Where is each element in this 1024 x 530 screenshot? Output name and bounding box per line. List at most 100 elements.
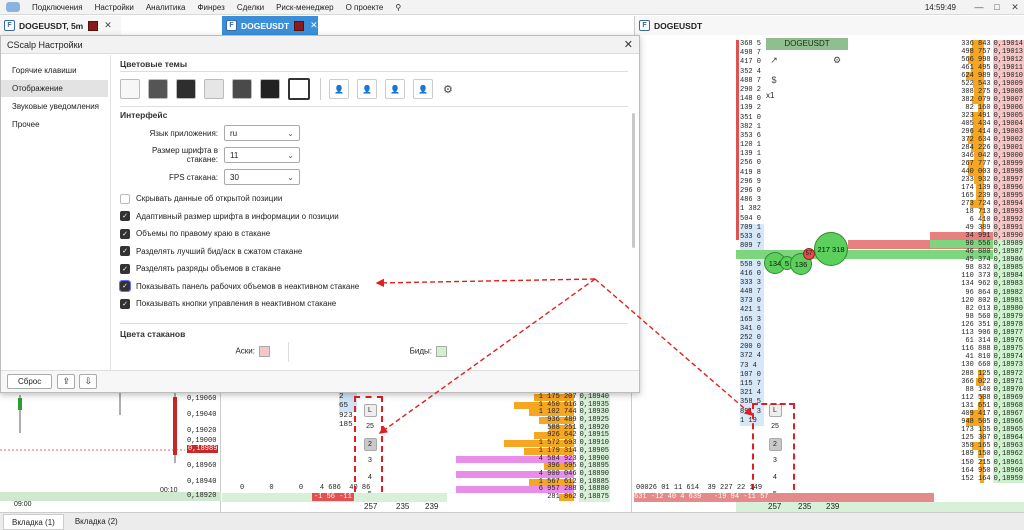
close-icon[interactable]: ✕ (1006, 2, 1024, 13)
theme-swatch[interactable] (120, 79, 140, 99)
checkbox-box[interactable]: ✓ (120, 228, 130, 239)
bid-row[interactable]: 113 906 0,18977 (930, 329, 1024, 338)
bid-row[interactable]: 116 888 0,18975 (930, 345, 1024, 354)
maximize-icon[interactable]: □ (988, 2, 1006, 12)
theme-swatch[interactable] (260, 79, 280, 99)
checkbox-box[interactable]: ✓ (120, 211, 130, 222)
ask-row[interactable]: 49 389 0,18991 (930, 224, 1024, 232)
bids-color-control[interactable]: Биды: (289, 346, 447, 357)
minimize-icon[interactable]: — (970, 2, 988, 12)
ask-row[interactable]: 6 410 0,18992 (930, 216, 1024, 224)
ask-row[interactable]: 323 491 0,19005 (930, 112, 1024, 120)
user-theme-icon[interactable]: 👤 (413, 79, 433, 99)
bid-row[interactable]: 98 832 0,18985 (930, 264, 1024, 273)
checkbox-box[interactable]: ✓ (120, 263, 130, 274)
nav-hotkeys[interactable]: Горячие клавиши (1, 62, 108, 79)
bid-row[interactable]: 88 140 0,18970 (930, 385, 1024, 394)
tab-chart[interactable]: F DOGEUSDT, 5m ✕ (0, 16, 121, 35)
tab-book-right[interactable]: F DOGEUSDT (634, 16, 1024, 35)
theme-swatch[interactable] (176, 79, 196, 99)
theme-swatch[interactable] (204, 79, 224, 99)
ask-row[interactable]: 273 724 0,18994 (930, 200, 1024, 208)
menu-finrez[interactable]: Финрез (191, 3, 230, 12)
ask-row[interactable]: 233 932 0,18997 (930, 176, 1024, 184)
ask-row[interactable]: 346 042 0,19000 (930, 152, 1024, 160)
bid-row[interactable]: 82 013 0,18980 (930, 304, 1024, 313)
ask-row[interactable]: 296 414 0,19003 (930, 128, 1024, 136)
bid-row[interactable]: 152 164 0,18959 (930, 474, 1024, 483)
ask-row[interactable]: 82 160 0,19006 (930, 104, 1024, 112)
ask-color-swatch[interactable] (259, 346, 270, 357)
gear-icon[interactable]: ⚙ (443, 83, 453, 96)
theme-swatch[interactable] (232, 79, 252, 99)
checkbox-show-volume-panel[interactable]: ✓ Показывать панель рабочих объемов в неа… (119, 278, 636, 296)
ask-row[interactable]: 522 543 0,19009 (930, 80, 1024, 88)
ask-row[interactable]: 440 003 0,18998 (930, 168, 1024, 176)
bid-row[interactable]: 90 556 0,18989 (930, 240, 1024, 249)
scrollbar[interactable] (632, 113, 635, 248)
user-theme-icon[interactable]: 👤 (385, 79, 405, 99)
bid-row[interactable]: 189 150 0,18962 (930, 450, 1024, 459)
language-select[interactable]: ru ⌄ (224, 125, 300, 141)
nav-sounds[interactable]: Звуковые уведомления (1, 98, 108, 115)
checkbox-box[interactable]: ✓ (120, 246, 130, 257)
ask-row[interactable]: 308 275 0,19008 (930, 88, 1024, 96)
bid-row[interactable]: 366 022 0,18971 (930, 377, 1024, 386)
ask-row[interactable]: 461 495 0,19011 (930, 64, 1024, 72)
checkbox-split-digits[interactable]: ✓ Разделять разряды объемов в стакане (120, 260, 636, 278)
ask-row[interactable]: 566 998 0,19012 (930, 56, 1024, 64)
ask-row[interactable]: 267 777 0,18999 (930, 160, 1024, 168)
menu-connections[interactable]: Подключения (26, 3, 89, 12)
tab-workspace-1[interactable]: Вкладка (1) (3, 513, 64, 530)
menu-about[interactable]: О проекте (340, 3, 390, 12)
nav-display[interactable]: Отображение (1, 80, 108, 97)
bid-row[interactable]: 131 651 0,18968 (930, 401, 1024, 410)
download-icon[interactable]: ⇩ (79, 374, 98, 389)
user-theme-icon[interactable]: 👤 (357, 79, 377, 99)
gear-icon[interactable]: ⚙ (830, 53, 844, 67)
bid-row[interactable]: 41 810 0,18974 (930, 353, 1024, 362)
checkbox-split-best[interactable]: ✓ Разделять лучший бид/аск в сжатом стака… (120, 243, 636, 261)
bid-row[interactable]: 61 314 0,18976 (930, 337, 1024, 346)
ask-row[interactable]: 34 991 0,18990 (930, 232, 1024, 240)
tab-book-mid[interactable]: F DOGEUSDT ✕ (222, 16, 318, 35)
checkbox-show-control-buttons[interactable]: ✓ Показывать кнопки управления в неактивн… (120, 295, 636, 313)
bid-row[interactable]: 948 505 0,18966 (930, 418, 1024, 427)
bid-row[interactable]: 126 351 0,18978 (930, 320, 1024, 330)
bid-row[interactable]: 98 560 0,18979 (930, 312, 1024, 321)
bid-row[interactable]: 409 417 0,18967 (930, 409, 1024, 419)
checkbox-hide-position[interactable]: Скрывать данные об открытой позиции (120, 190, 636, 208)
ask-row[interactable]: 18 713 0,18993 (930, 208, 1024, 216)
chart-icon[interactable]: ↗ (767, 53, 781, 67)
theme-swatch[interactable] (148, 79, 168, 99)
ask-row[interactable]: 382 079 0,19007 (930, 96, 1024, 104)
nav-other[interactable]: Прочее (1, 116, 108, 133)
ask-row[interactable]: 624 989 0,19010 (930, 72, 1024, 80)
menu-trades[interactable]: Сделки (231, 3, 270, 12)
reset-button[interactable]: Сброс (7, 374, 53, 389)
ask-row[interactable]: 284 226 0,19001 (930, 144, 1024, 152)
bid-row[interactable]: 288 125 0,18972 (930, 369, 1024, 378)
bid-row[interactable]: 46 880 0,18987 (930, 248, 1024, 257)
ask-row[interactable]: 498 757 0,19013 (930, 48, 1024, 56)
menu-risk-manager[interactable]: Риск-менеджер (270, 3, 340, 12)
fps-select[interactable]: 30 ⌄ (224, 169, 300, 185)
checkbox-box[interactable] (120, 193, 130, 204)
upload-icon[interactable]: ⇪ (57, 374, 76, 389)
bid-color-swatch[interactable] (436, 346, 447, 357)
ask-row[interactable]: 405 434 0,19004 (930, 120, 1024, 128)
ask-row[interactable]: 165 239 0,18995 (930, 192, 1024, 200)
checkbox-box[interactable]: ✓ (120, 298, 130, 309)
bid-row[interactable]: 125 307 0,18964 (930, 434, 1024, 443)
bid-row[interactable]: 45 374 0,18986 (930, 256, 1024, 265)
close-icon[interactable]: ✕ (310, 20, 318, 31)
bid-row[interactable]: 134 962 0,18983 (930, 280, 1024, 289)
bid-row[interactable]: 164 950 0,18960 (930, 466, 1024, 475)
checkbox-box[interactable]: ✓ (119, 280, 131, 293)
checkbox-adaptive-font[interactable]: ✓ Адаптивный размер шрифта в информации о… (120, 208, 636, 226)
bid-row[interactable]: 110 373 0,18984 (930, 272, 1024, 281)
orderbook-row[interactable]: 281 862 0,18875 (448, 493, 610, 502)
menu-settings[interactable]: Настройки (89, 3, 140, 12)
bid-row[interactable]: 96 864 0,18982 (930, 288, 1024, 297)
tab-workspace-2[interactable]: Вкладка (2) (67, 514, 126, 530)
